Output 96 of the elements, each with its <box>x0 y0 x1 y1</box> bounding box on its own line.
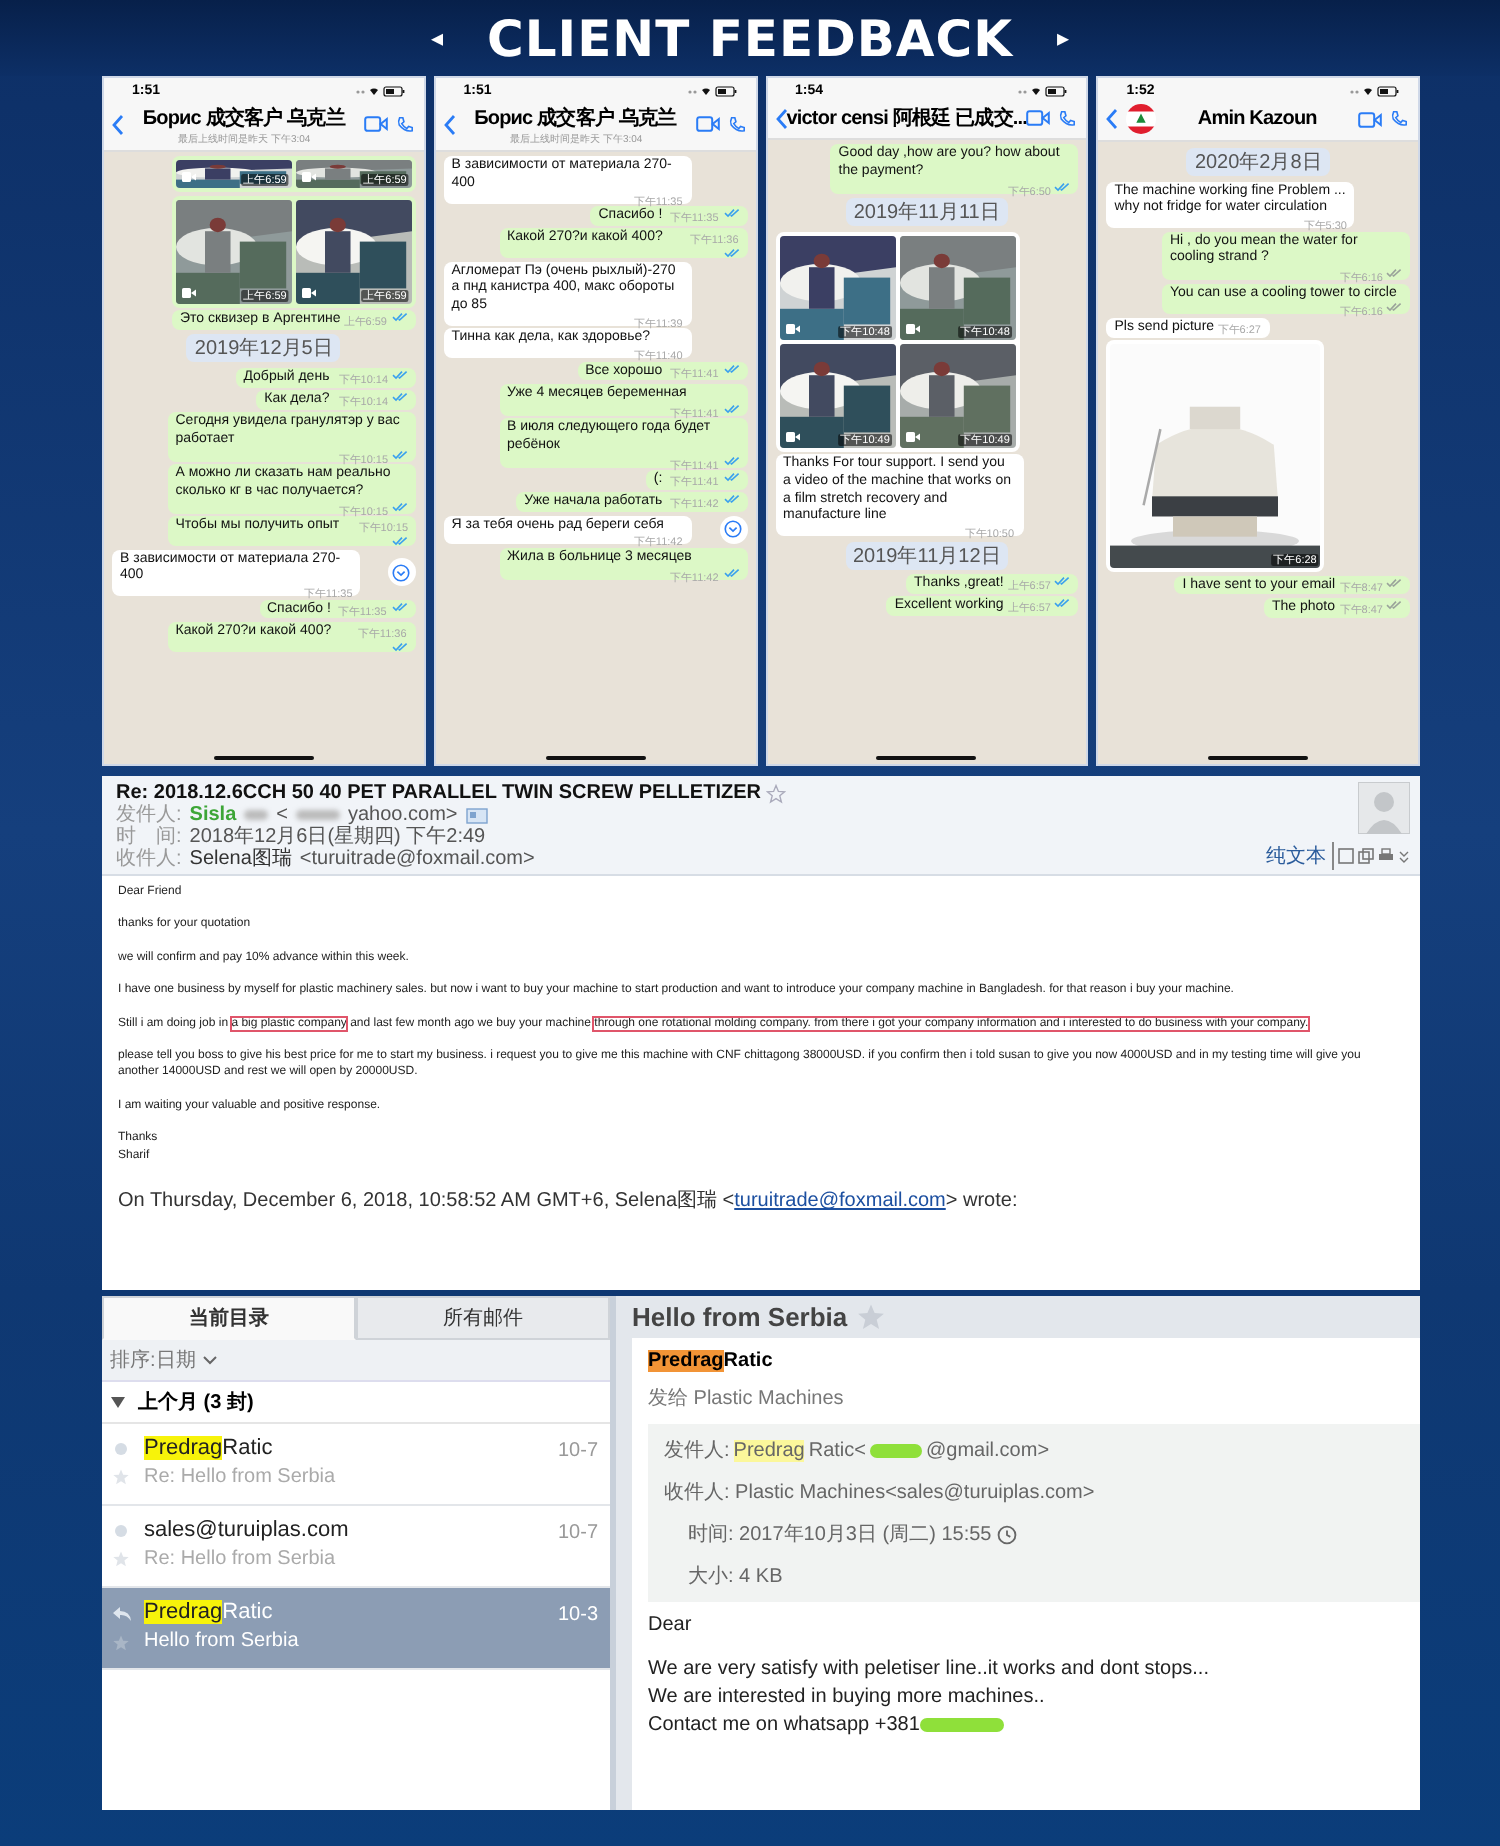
scroll-down-button[interactable] <box>719 515 747 544</box>
sort-label[interactable]: 排序:日期 <box>110 1346 196 1374</box>
field-label: 时 间: <box>116 826 182 848</box>
video-call-icon[interactable] <box>363 116 388 132</box>
field-label: 发件人: <box>116 804 182 826</box>
video-call-icon[interactable] <box>1358 111 1382 127</box>
chevron-icon[interactable] <box>1398 848 1410 864</box>
search-match: Predrag <box>144 1436 223 1460</box>
recipient-line: 收件人: Plastic Machines<sales@turuiplas.com> <box>664 1480 1095 1506</box>
body-text: We are interested in buying more machines.. <box>648 1686 1045 1708</box>
back-icon[interactable] <box>443 113 456 135</box>
home-indicator <box>876 755 977 759</box>
scroll-down-button[interactable] <box>387 558 416 587</box>
date-label: 2019年12月5日 <box>186 334 341 363</box>
recipient-address: <turuitrade@foxmail.com> <box>299 848 535 870</box>
sender-address: < <box>276 804 288 826</box>
contact-card-icon[interactable] <box>465 807 488 823</box>
phone-call-icon[interactable] <box>727 115 745 133</box>
video-call-icon[interactable] <box>1026 110 1051 126</box>
window-icon[interactable] <box>1338 848 1354 864</box>
arrow-mark: ▸ <box>1056 24 1069 52</box>
redaction-blur <box>295 810 340 820</box>
sender-name: Ratic <box>222 1600 273 1624</box>
sender-name: Ratic< <box>808 1439 866 1461</box>
search-match: Predrag <box>648 1350 724 1372</box>
redaction-blur <box>244 810 269 820</box>
phone-call-icon[interactable] <box>1390 110 1408 128</box>
back-icon[interactable] <box>112 113 124 135</box>
copy-icon[interactable] <box>1358 848 1374 864</box>
scribble-drawing <box>869 1443 922 1457</box>
star-icon[interactable] <box>766 783 787 803</box>
field-label: 收件人: <box>116 848 182 870</box>
mail-date: 10-3 <box>557 1602 598 1626</box>
date-label: 2020年2月8日 <box>1186 148 1330 176</box>
chevron-down-icon[interactable] <box>201 1354 218 1366</box>
folder-tab[interactable]: 所有邮件 <box>356 1296 610 1340</box>
status-icons <box>1018 84 1071 98</box>
plain-text-link[interactable]: 纯文本 <box>1266 842 1334 870</box>
avatar-icon <box>1358 782 1410 834</box>
home-indicator <box>213 755 314 759</box>
contact-name: Amin Kazoun <box>1197 108 1317 130</box>
star-icon[interactable] <box>112 1634 130 1652</box>
date-label: 2019年11月12日 <box>845 541 1009 569</box>
mail-subject: Re: Hello from Serbia <box>144 1466 338 1488</box>
search-match: Predrag <box>733 1439 805 1461</box>
star-icon[interactable] <box>112 1550 130 1568</box>
home-indicator <box>1208 755 1309 759</box>
banner-title: CLIENT FEEDBACK <box>487 9 1013 67</box>
field-label: 发件人: <box>664 1438 730 1464</box>
phone-call-icon[interactable] <box>1058 109 1077 127</box>
arrow-mark: ◂ <box>431 24 444 52</box>
sender-address: @gmail.com> <box>925 1439 1050 1461</box>
date-label: 2019年11月11日 <box>845 198 1008 226</box>
quote-header: On Thursday, December 6, 2018, 10:58:52 AM GMT+6, Selena图瑞 <turuitrade@foxmail.com> wrote: <box>118 1187 1020 1215</box>
mail-list-item[interactable]: PredragRatic Re: Hello from Serbia 10-7 <box>102 1424 610 1506</box>
status-icons <box>355 84 408 98</box>
search-match: Predrag <box>144 1600 223 1624</box>
phone-call-icon[interactable] <box>395 115 414 133</box>
printer-icon[interactable] <box>1378 848 1394 864</box>
star-icon[interactable] <box>855 1302 886 1332</box>
recipient-line: 发给 Plastic Machines <box>648 1386 846 1412</box>
contact-name: Борис 成交客户 乌克兰 <box>474 104 677 132</box>
mail-list-item[interactable]: PredragRatic Hello from Serbia 10-3 <box>102 1588 610 1670</box>
email-subject: Re: 2018.12.6CCH 50 40 PET PARALLEL TWIN SCREW PELLETIZER <box>116 782 761 804</box>
body-text: Contact me on whatsapp +381 <box>648 1714 920 1736</box>
back-icon[interactable] <box>1106 108 1119 130</box>
home-indicator <box>545 755 646 759</box>
folder-tab[interactable]: 当前目录 <box>102 1296 356 1340</box>
recipient-name: Selena图瑞 <box>189 848 292 870</box>
mail-subject: Re: Hello from Serbia <box>144 1548 338 1570</box>
contact-name: victor censi 阿根廷 已成交... <box>786 104 1028 132</box>
sent-time: 时间: 2017年10月3日 (周二) 15:55 <box>688 1521 992 1548</box>
contact-name: Борис 成交客户 乌克兰 <box>142 104 345 132</box>
body-text: Dear <box>648 1614 692 1636</box>
video-call-icon[interactable] <box>695 116 719 132</box>
back-icon[interactable] <box>775 107 787 129</box>
sent-time: 2018年12月6日(星期四) 下午2:49 <box>189 826 486 848</box>
email-link[interactable]: turuitrade@foxmail.com <box>734 1190 946 1213</box>
sender-name: Ratic <box>222 1436 273 1460</box>
expand-triangle-icon[interactable] <box>110 1394 126 1410</box>
sender-address: yahoo.com> <box>347 804 458 826</box>
status-icons <box>687 84 739 98</box>
email-subject: Hello from Serbia <box>632 1302 848 1332</box>
mail-date: 10-7 <box>557 1438 598 1462</box>
scribble-drawing <box>919 1718 1004 1732</box>
history-icon[interactable] <box>995 1523 1018 1545</box>
group-label: 上个月 (3 封) <box>138 1389 254 1416</box>
body-text: We are very satisfy with peletiser line..it works and dont stops... <box>648 1658 1209 1680</box>
message-size: 大小: 4 KB <box>688 1563 783 1590</box>
sender-name: Ratic <box>723 1350 773 1372</box>
mail-date: 10-7 <box>557 1520 598 1544</box>
status-icons <box>1350 84 1402 98</box>
star-icon[interactable] <box>112 1468 130 1486</box>
sender-name: Sisla <box>189 804 237 826</box>
mail-subject: Hello from Serbia <box>144 1630 301 1652</box>
sender-name: sales@turuiplas.com <box>144 1518 349 1542</box>
